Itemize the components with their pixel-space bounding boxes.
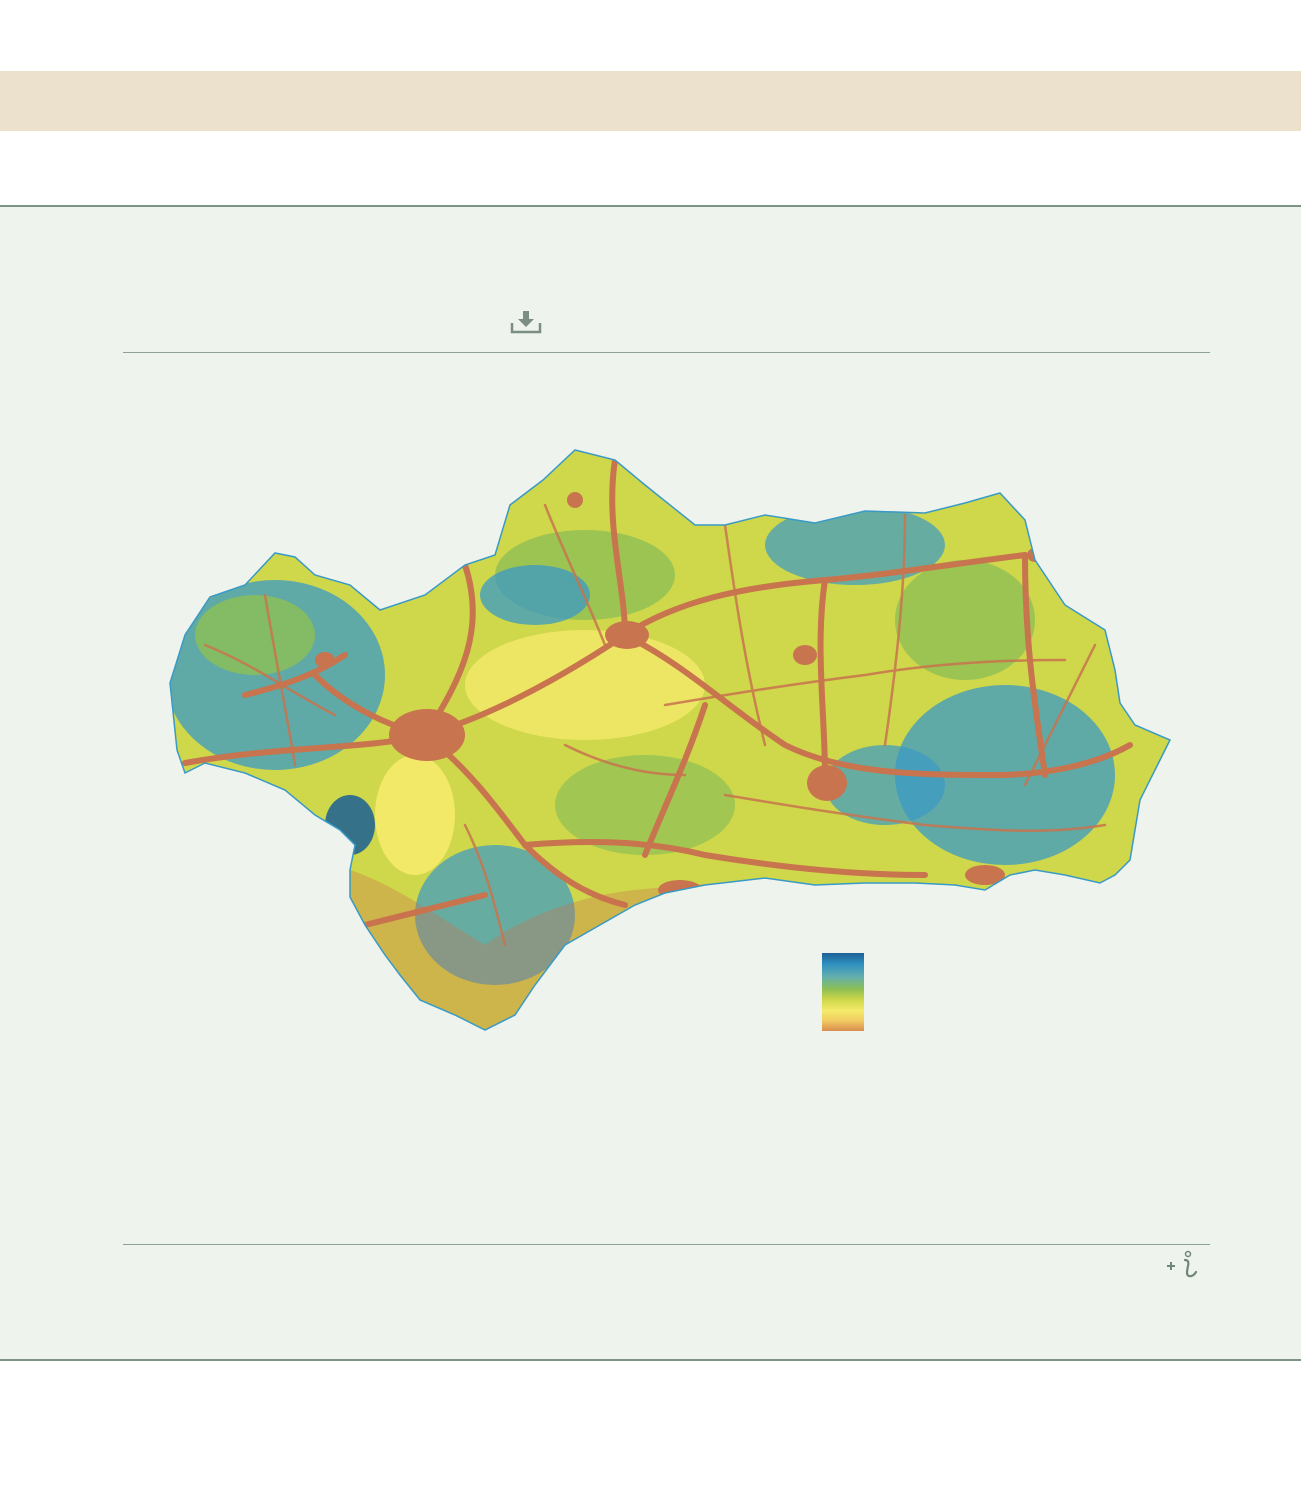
header-divider xyxy=(123,352,1210,353)
header-band xyxy=(0,71,1301,131)
more-info-icon xyxy=(1167,1250,1198,1278)
more-info-button[interactable] xyxy=(1164,1250,1200,1280)
zone-northwest xyxy=(195,595,315,675)
download-icon xyxy=(510,311,542,334)
legend-color-scale xyxy=(822,953,864,1031)
zone-marshes xyxy=(375,755,455,875)
download-button[interactable] xyxy=(510,309,542,335)
zone-valley xyxy=(465,630,705,740)
andalusia-map xyxy=(165,445,1175,1035)
footer-divider xyxy=(123,1244,1210,1245)
zone-northeast xyxy=(765,505,945,585)
